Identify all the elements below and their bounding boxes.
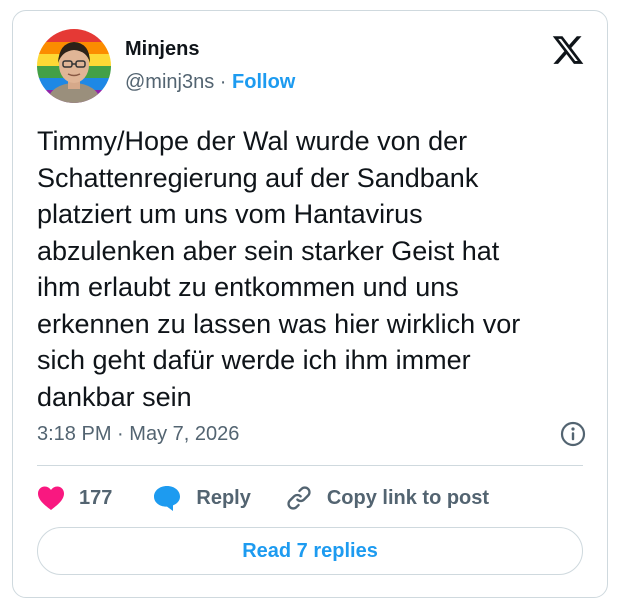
reply-label: Reply <box>196 486 251 509</box>
heart-icon <box>37 485 65 511</box>
tweet-card: Minjens @minj3ns · Follow Timmy/Hope der… <box>12 10 608 598</box>
reply-button[interactable]: Reply <box>152 484 251 512</box>
info-icon[interactable] <box>559 420 587 448</box>
copy-link-button[interactable]: Copy link to post <box>285 484 489 512</box>
x-logo-icon[interactable] <box>551 33 585 67</box>
read-replies-button[interactable]: Read 7 replies <box>37 527 583 575</box>
copy-link-label: Copy link to post <box>326 486 490 509</box>
action-bar: 177 Reply Copy link to post <box>37 481 489 515</box>
timestamp-row[interactable]: 3:18 PM · May 7, 2026 <box>37 423 239 446</box>
speech-bubble-icon <box>152 484 182 512</box>
author-name[interactable]: Minjens <box>125 38 199 61</box>
avatar[interactable] <box>37 29 111 103</box>
divider <box>37 465 583 466</box>
tweet-time[interactable]: 3:18 PM <box>37 423 111 445</box>
follow-button[interactable]: Follow <box>232 71 295 93</box>
timestamp-separator: · <box>117 423 124 445</box>
like-count: 177 <box>79 486 113 509</box>
tweet-date[interactable]: May 7, 2026 <box>129 423 239 445</box>
handle-separator: · <box>219 71 227 93</box>
link-icon <box>285 484 313 512</box>
tweet-text: Timmy/Hope der Wal wurde von der Schatte… <box>37 126 521 412</box>
author-handle[interactable]: @minj3ns <box>125 71 214 93</box>
like-button[interactable]: 177 <box>37 485 112 511</box>
handle-row: @minj3ns · Follow <box>125 71 295 94</box>
